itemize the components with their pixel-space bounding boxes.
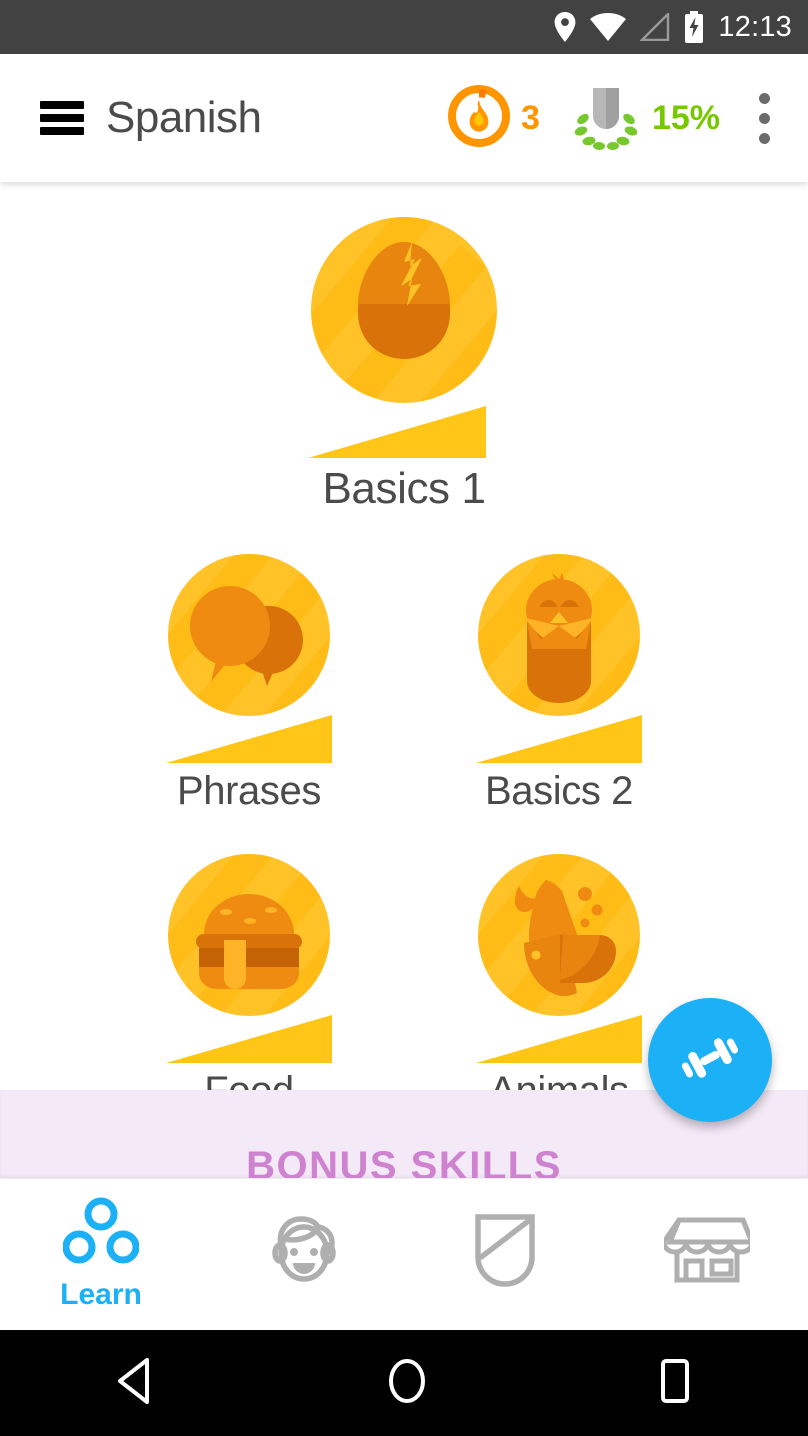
page-title: Spanish	[106, 93, 262, 143]
nav-tab-label-learn: Learn	[60, 1278, 142, 1312]
skill-label: Basics 2	[485, 769, 633, 814]
dumbbell-icon	[675, 1023, 745, 1098]
speech-bubbles-icon	[154, 548, 344, 763]
shield-leagues-icon	[469, 1211, 541, 1292]
streak-flame-icon	[446, 83, 512, 154]
status-bar: 12:13	[0, 0, 808, 54]
chick-icon	[464, 548, 654, 763]
crown-percent: 15%	[652, 99, 720, 138]
overflow-menu-icon[interactable]	[736, 83, 792, 153]
hamburger-menu-icon[interactable]	[40, 101, 84, 135]
wifi-icon	[590, 13, 626, 41]
practice-button[interactable]	[648, 998, 772, 1122]
skill-food[interactable]: Food	[129, 848, 369, 1090]
bonus-skills-title: BONUS SKILLS	[246, 1146, 562, 1178]
skill-label: Phrases	[177, 769, 321, 814]
app-header: Spanish 3	[0, 54, 808, 182]
egg-icon	[294, 210, 514, 458]
three-circles-learn-icon	[63, 1197, 139, 1272]
crown-shield-icon	[566, 80, 646, 157]
whale-icon	[464, 848, 654, 1063]
nav-tab-shop[interactable]	[606, 1179, 808, 1330]
back-triangle-icon[interactable]	[111, 1355, 161, 1412]
location-pin-icon	[554, 12, 576, 42]
hamburger-food-icon	[154, 848, 344, 1063]
crown-progress[interactable]: 15%	[566, 80, 720, 157]
streak-counter[interactable]: 3	[446, 83, 540, 154]
skill-basics-2[interactable]: Basics 2	[439, 548, 679, 814]
android-nav-bar	[0, 1330, 808, 1436]
bottom-nav: Learn	[0, 1178, 808, 1330]
skill-phrases[interactable]: Phrases	[129, 548, 369, 814]
streak-count: 3	[521, 99, 540, 138]
battery-charging-icon	[684, 11, 704, 43]
home-circle-icon[interactable]	[383, 1355, 431, 1412]
nav-tab-learn[interactable]: Learn	[0, 1179, 202, 1330]
cell-signal-icon	[640, 13, 670, 41]
skill-row: Basics 1	[0, 210, 808, 514]
skill-animals[interactable]: Animals	[439, 848, 679, 1090]
status-bar-clock: 12:13	[718, 0, 792, 54]
skill-label: Basics 1	[322, 464, 485, 514]
header-actions: 3	[446, 54, 808, 182]
nav-tab-profile[interactable]	[202, 1179, 404, 1330]
skill-label: Food	[204, 1069, 294, 1090]
profile-face-icon	[263, 1209, 343, 1294]
skill-label: Animals	[489, 1069, 628, 1090]
nav-tab-leagues[interactable]	[404, 1179, 606, 1330]
skill-basics-1[interactable]: Basics 1	[264, 210, 544, 514]
shop-store-icon	[664, 1213, 750, 1290]
recents-square-icon[interactable]	[653, 1355, 697, 1412]
app-screen: 12:13 Spanish 3	[0, 0, 808, 1436]
skill-row: Phrases	[0, 548, 808, 814]
skill-tree: Basics 1	[0, 182, 808, 1090]
